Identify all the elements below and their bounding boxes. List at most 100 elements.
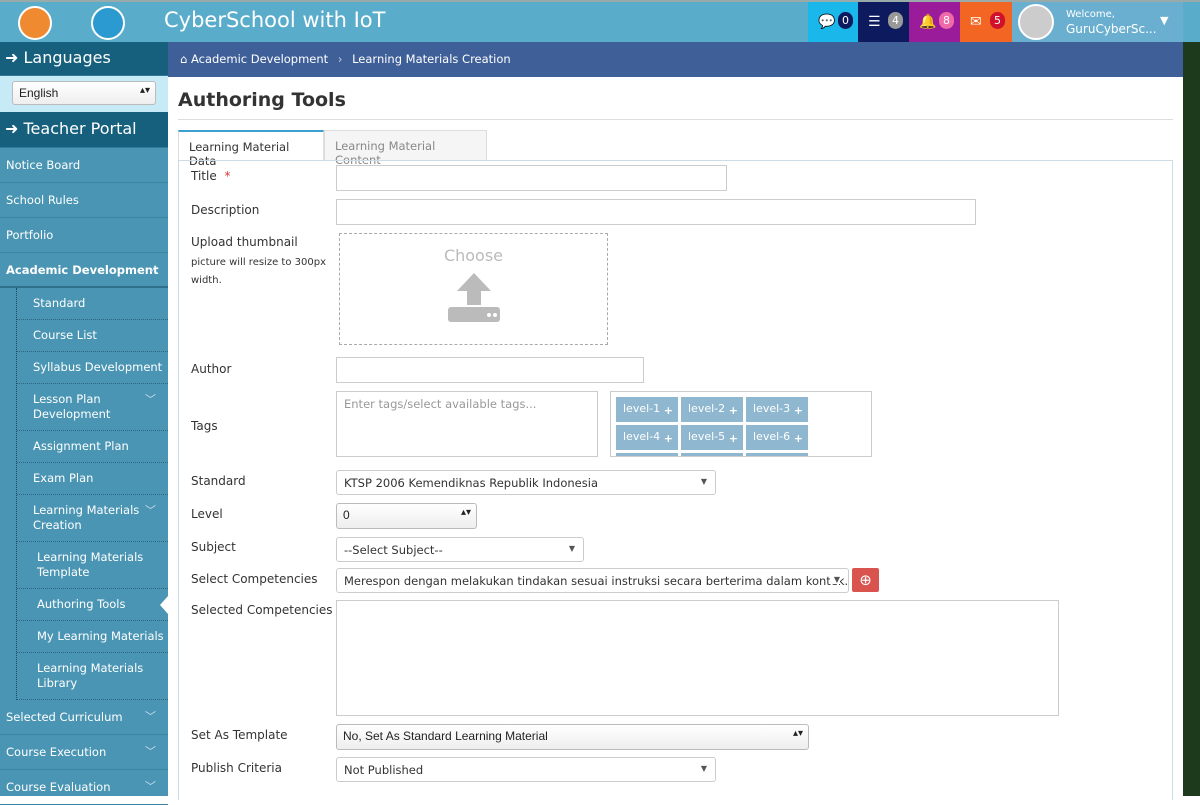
home-icon: ⌂ <box>180 52 188 66</box>
teacher-portal-header[interactable]: ➜ Teacher Portal <box>0 112 168 148</box>
breadcrumb: ⌂ Academic Development › Learning Materi… <box>168 42 1183 77</box>
author-input[interactable] <box>336 357 644 383</box>
sidebar-item-syllabus-development[interactable]: Syllabus Development <box>17 352 168 384</box>
tasks-notification-button[interactable]: ☰ 4 <box>858 2 909 44</box>
required-marker: * <box>224 169 231 183</box>
plus-icon: + <box>728 432 738 445</box>
page-title: Authoring Tools <box>178 89 346 111</box>
breadcrumb-learning-materials-creation[interactable]: Learning Materials Creation <box>352 52 511 66</box>
caret-down-icon: ▼ <box>829 575 840 584</box>
bell-notification-button[interactable]: 🔔 8 <box>909 2 960 44</box>
tag-level-3[interactable]: level-3 + <box>746 397 808 422</box>
sidebar-item-course-list[interactable]: Course List <box>17 320 168 352</box>
competencies-select[interactable]: Merespon dengan melakukan tindakan sesua… <box>336 568 849 593</box>
sidebar-item-course-execution[interactable]: Course Execution ﹀ <box>0 735 168 770</box>
mail-notification-button[interactable]: ✉ 5 <box>960 2 1012 44</box>
description-label: Description <box>191 203 260 217</box>
languages-header[interactable]: ➜ Languages <box>0 42 168 76</box>
available-tags: level-1 + level-2 + level-3 + level-4 + leve… <box>610 391 872 457</box>
item-label: Academic Development <box>6 263 159 277</box>
level-select[interactable]: 0 ▴▾ <box>336 503 477 529</box>
sidebar-item-notice-board[interactable]: Notice Board <box>0 148 168 183</box>
language-select[interactable]: English ▴▾ <box>12 81 156 105</box>
language-value: English <box>19 86 59 100</box>
count-badge: 0 <box>838 12 853 29</box>
plus-icon: + <box>793 432 803 445</box>
upload-icon <box>447 273 500 322</box>
sidebar-item-learning-materials-creation[interactable]: Learning Materials Creation ﹀ <box>17 495 168 542</box>
tag-level-6[interactable]: level-6 + <box>746 425 808 450</box>
tag-level-1[interactable]: level-1 + <box>616 397 678 422</box>
sidebar-item-my-learning-materials[interactable]: My Learning Materials <box>17 621 168 653</box>
plus-icon: + <box>793 404 803 417</box>
caret-down-icon: ▼ <box>700 764 707 773</box>
sidebar-item-academic-development[interactable]: Academic Development ✓ <box>0 253 168 288</box>
count-badge: 8 <box>939 12 954 29</box>
tasks-icon: ☰ <box>868 14 881 30</box>
chevron-down-icon: ﹀ <box>145 745 156 758</box>
count-badge: 5 <box>990 12 1005 29</box>
sidebar-item-course-evaluation[interactable]: Course Evaluation ﹀ <box>0 770 168 805</box>
sidebar-item-lesson-plan[interactable]: Lesson Plan Development ﹀ <box>17 384 168 431</box>
user-menu[interactable]: Welcome, GuruCyberSc... ▼ <box>1012 2 1183 44</box>
selected-competencies-textarea[interactable] <box>336 600 1059 716</box>
tag-level-2[interactable]: level-2 + <box>681 397 743 422</box>
portal-user-icon[interactable] <box>91 6 125 40</box>
sidebar-item-standard[interactable]: Standard <box>17 288 168 320</box>
item-label: Lesson Plan Development <box>33 392 111 421</box>
item-label: Selected Curriculum <box>6 710 123 724</box>
description-input[interactable] <box>336 199 976 225</box>
chevron-down-icon: ﹀ <box>145 504 156 517</box>
sidebar-item-portfolio[interactable]: Portfolio <box>0 218 168 253</box>
chevron-down-icon: ﹀ <box>145 393 156 406</box>
languages-title: Languages <box>23 48 111 67</box>
top-navbar: CyberSchool with IoT 💬 0 ☰ 4 🔔 8 ✉ 5 Welcome… <box>0 0 1200 44</box>
caret-down-icon: ▼ <box>1160 14 1169 27</box>
upload-hint: picture will resize to 300px width. <box>191 257 326 286</box>
tags-label: Tags <box>191 419 218 433</box>
sidebar-item-assignment-plan[interactable]: Assignment Plan <box>17 431 168 463</box>
updown-icon: ▴▾ <box>139 85 150 96</box>
active-indicator <box>160 595 168 614</box>
standard-select[interactable]: KTSP 2006 Kemendiknas Republik Indonesia… <box>336 470 716 495</box>
envelope-icon: ✉ <box>970 14 982 30</box>
sidebar-item-school-rules[interactable]: School Rules <box>0 183 168 218</box>
portal-title: Teacher Portal <box>23 119 137 138</box>
username: GuruCyberSc... <box>1066 22 1157 36</box>
school-logo-icon[interactable] <box>18 6 52 40</box>
app-title: CyberSchool with IoT <box>164 8 386 32</box>
sidebar-item-authoring-tools[interactable]: Authoring Tools <box>17 589 168 621</box>
title-input[interactable] <box>336 165 727 191</box>
sidebar-item-exam-plan[interactable]: Exam Plan <box>17 463 168 495</box>
main-content: Authoring Tools Learning Material Data L… <box>168 77 1183 800</box>
tag-level-5[interactable]: level-5 + <box>681 425 743 450</box>
thumbnail-dropzone[interactable]: Choose <box>339 233 608 345</box>
form-panel: Title * Description Upload thumbnail pic… <box>178 160 1173 800</box>
sidebar-item-selected-curriculum[interactable]: Selected Curriculum ﹀ <box>0 700 168 735</box>
template-select[interactable]: No, Set As Standard Learning Material ▴▾ <box>336 724 809 750</box>
item-label: Authoring Tools <box>37 597 126 611</box>
chat-notification-button[interactable]: 💬 0 <box>808 2 858 44</box>
updown-icon: ▴▾ <box>792 728 803 739</box>
tag-level-4[interactable]: level-4 + <box>616 425 678 450</box>
plus-circle-icon: ⊕ <box>859 571 872 589</box>
author-label: Author <box>191 362 232 376</box>
sidebar-item-learning-materials-template[interactable]: Learning Materials Template <box>17 542 168 589</box>
caret-down-icon: ▼ <box>700 477 707 486</box>
subject-select[interactable]: --Select Subject-- ▼ <box>336 537 584 562</box>
add-competency-button[interactable]: ⊕ <box>852 568 879 592</box>
tab-learning-material-content[interactable]: Learning Material Content <box>324 130 487 167</box>
tags-input[interactable]: Enter tags/select available tags... <box>336 391 598 457</box>
tab-learning-material-data[interactable]: Learning Material Data <box>178 130 324 168</box>
level-label: Level <box>191 507 223 521</box>
bell-icon: 🔔 <box>919 14 937 30</box>
breadcrumb-academic-development[interactable]: Academic Development <box>191 52 328 66</box>
item-label: Course Evaluation <box>6 780 111 794</box>
sidebar-item-learning-materials-library[interactable]: Learning Materials Library <box>17 653 168 700</box>
avatar <box>1018 4 1054 40</box>
right-edge <box>1183 42 1200 796</box>
sidebar: ➜ Languages English ▴▾ ➜ Teacher Portal N… <box>0 42 168 805</box>
publish-select[interactable]: Not Published ▼ <box>336 757 716 782</box>
standard-label: Standard <box>191 474 246 488</box>
template-label: Set As Template <box>191 728 288 742</box>
